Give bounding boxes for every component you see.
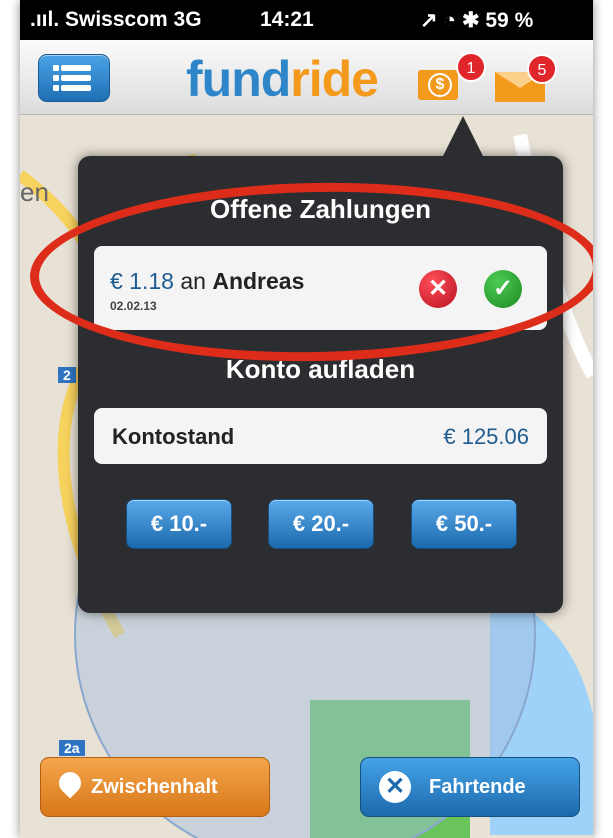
screen-frame: .ııl. Swisscom 3G 14:21 ↗ ◔ ✱ 59 % fundr…	[0, 0, 613, 838]
balance-label: Kontostand	[112, 424, 235, 449]
menu-dot	[53, 85, 59, 91]
map-label-en: en	[20, 177, 49, 207]
menu-button[interactable]	[38, 54, 110, 102]
menu-line	[61, 85, 91, 91]
end-label: Fahrtende	[429, 776, 526, 798]
menu-dot	[53, 65, 59, 71]
topup-10-button[interactable]: € 10.-	[126, 499, 232, 549]
logo-ride: ride	[290, 51, 379, 107]
road-sign: 2	[58, 367, 76, 383]
end-trip-button[interactable]: ✕ Fahrtende	[360, 757, 580, 817]
nav-bar: fundride $ 1 5	[20, 40, 593, 115]
phone-screen: .ııl. Swisscom 3G 14:21 ↗ ◔ ✱ 59 % fundr…	[20, 0, 593, 838]
payments-icon[interactable]: $	[418, 70, 458, 100]
carrier-label: .ııl. Swisscom 3G	[30, 8, 202, 31]
status-time: 14:21	[260, 8, 314, 31]
payments-badge: 1	[456, 52, 486, 82]
menu-line	[61, 65, 91, 71]
balance-row: Kontostand € 125.06	[94, 408, 547, 464]
menu-line	[61, 75, 91, 81]
topup-50-button[interactable]: € 50.-	[411, 499, 517, 549]
balance-value: € 125.06	[443, 424, 529, 449]
status-bar: .ııl. Swisscom 3G 14:21 ↗ ◔ ✱ 59 %	[20, 0, 593, 40]
app-logo: fundride	[186, 50, 379, 108]
status-right: ↗ ◔ ✱ 59 %	[420, 9, 534, 32]
stop-label: Zwischenhalt	[91, 776, 218, 798]
close-icon: ✕	[379, 771, 411, 803]
dollar-icon: $	[428, 73, 452, 97]
road-sign: 2a	[59, 740, 85, 756]
mail-badge: 5	[527, 54, 557, 84]
topup-20-button[interactable]: € 20.-	[268, 499, 374, 549]
pin-icon	[54, 767, 86, 799]
menu-dot	[53, 75, 59, 81]
stop-button[interactable]: Zwischenhalt	[40, 757, 270, 817]
logo-fund: fund	[186, 51, 291, 107]
